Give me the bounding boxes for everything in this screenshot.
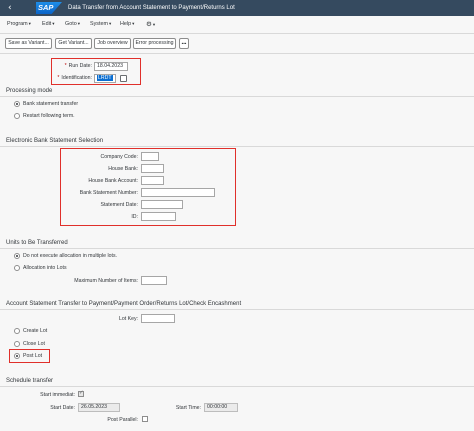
page-title: Data Transfer from Account Statement to …	[68, 5, 235, 11]
lot-key-input[interactable]	[141, 314, 175, 323]
required-indicator: *	[57, 75, 60, 81]
start-immediat-label: Start immediat:	[40, 392, 75, 398]
radio-restart-following-term[interactable]	[14, 113, 20, 119]
option-label: Close Lot	[23, 341, 45, 347]
start-time-input[interactable]: 00:00:00	[204, 403, 238, 412]
bank-statement-number-input[interactable]	[141, 188, 215, 197]
section-title-transfer: Account Statement Transfer to Payment/Pa…	[6, 301, 242, 307]
menu-system[interactable]: System▾	[90, 21, 111, 27]
radio-close-lot[interactable]	[14, 341, 20, 347]
radio-allocation-into-lots[interactable]	[14, 265, 20, 271]
house-bank-account-label: House Bank Account:	[88, 178, 138, 184]
divider	[0, 386, 474, 387]
radio-post-lot[interactable]	[14, 353, 20, 359]
chevron-left-icon[interactable]: ‹	[8, 2, 12, 14]
menu-help[interactable]: Help▾	[120, 21, 134, 27]
house-bank-input[interactable]	[141, 164, 164, 173]
error-processing-button[interactable]: Error processing	[133, 38, 176, 49]
id-input[interactable]	[141, 212, 176, 221]
statement-date-label: Statement Date:	[100, 202, 139, 208]
house-bank-account-input[interactable]	[141, 176, 164, 185]
menu-goto[interactable]: Goto▾	[65, 21, 80, 27]
id-label: ID:	[131, 214, 138, 220]
identification-input[interactable]: LRDT	[94, 74, 116, 83]
required-indicator: *	[64, 63, 67, 69]
chevron-down-icon: ▾	[77, 21, 80, 26]
value-help-icon[interactable]	[120, 75, 127, 82]
option-label: Create Lot	[23, 328, 48, 334]
divider	[0, 33, 474, 34]
lot-key-label: Lot Key:	[118, 316, 138, 322]
company-code-input[interactable]	[141, 152, 159, 161]
bank-statement-number-label: Bank Statement Number:	[79, 190, 138, 196]
more-button[interactable]: •••	[179, 38, 189, 49]
start-date-input[interactable]: 26.05.2023	[78, 403, 120, 412]
option-label: Bank statement transfer	[23, 101, 79, 107]
section-title-units: Units to Be Transferred	[6, 240, 68, 246]
divider	[0, 309, 474, 310]
save-as-variant-button[interactable]: Save as Variant...	[5, 38, 52, 49]
statement-date-input[interactable]	[141, 200, 183, 209]
option-label: Do not execute allocation in multiple lo…	[23, 253, 118, 259]
radio-no-multiple-lots[interactable]	[14, 253, 20, 259]
chevron-down-icon: ▾	[28, 21, 31, 26]
run-date-input[interactable]: 18.04.2023	[94, 62, 128, 71]
job-overview-button[interactable]: Job overview	[94, 38, 131, 49]
company-code-label: Company Code:	[100, 154, 139, 160]
divider	[0, 96, 474, 97]
start-immediat-checkbox[interactable]	[78, 390, 84, 397]
chevron-down-icon: ▾	[132, 21, 135, 26]
post-parallel-label: Post Parallel:	[107, 417, 138, 423]
max-items-input[interactable]	[141, 276, 167, 285]
house-bank-label: House Bank:	[108, 166, 138, 172]
section-title-ebs-selection: Electronic Bank Statement Selection	[6, 138, 104, 144]
menu-program[interactable]: Program▾	[7, 21, 31, 27]
radio-bank-statement-transfer[interactable]	[14, 101, 20, 107]
gear-icon[interactable]: ⚙▾	[146, 20, 155, 28]
identification-label: * Identification:	[57, 75, 92, 81]
option-label: Restart following term.	[23, 113, 75, 119]
get-variant-button[interactable]: Get Variant...	[55, 38, 92, 49]
chevron-down-icon: ▾	[108, 21, 112, 26]
max-items-label: Maximum Number of Items:	[74, 278, 138, 284]
divider	[0, 53, 474, 54]
option-label: Allocation into Lots	[23, 265, 67, 271]
section-title-schedule: Schedule transfer	[6, 378, 54, 384]
start-time-label: Start Time:	[175, 405, 201, 411]
post-parallel-checkbox[interactable]	[142, 416, 148, 422]
divider	[0, 248, 474, 249]
section-title-processing-mode: Processing mode	[6, 88, 53, 94]
run-date-label: * Run Date:	[64, 63, 92, 69]
divider	[0, 146, 474, 147]
radio-create-lot[interactable]	[14, 328, 20, 334]
chevron-down-icon: ▾	[52, 21, 55, 26]
start-date-label: Start Date:	[50, 405, 75, 411]
option-label: Post Lot	[23, 353, 43, 359]
menu-edit[interactable]: Edit▾	[42, 21, 55, 27]
